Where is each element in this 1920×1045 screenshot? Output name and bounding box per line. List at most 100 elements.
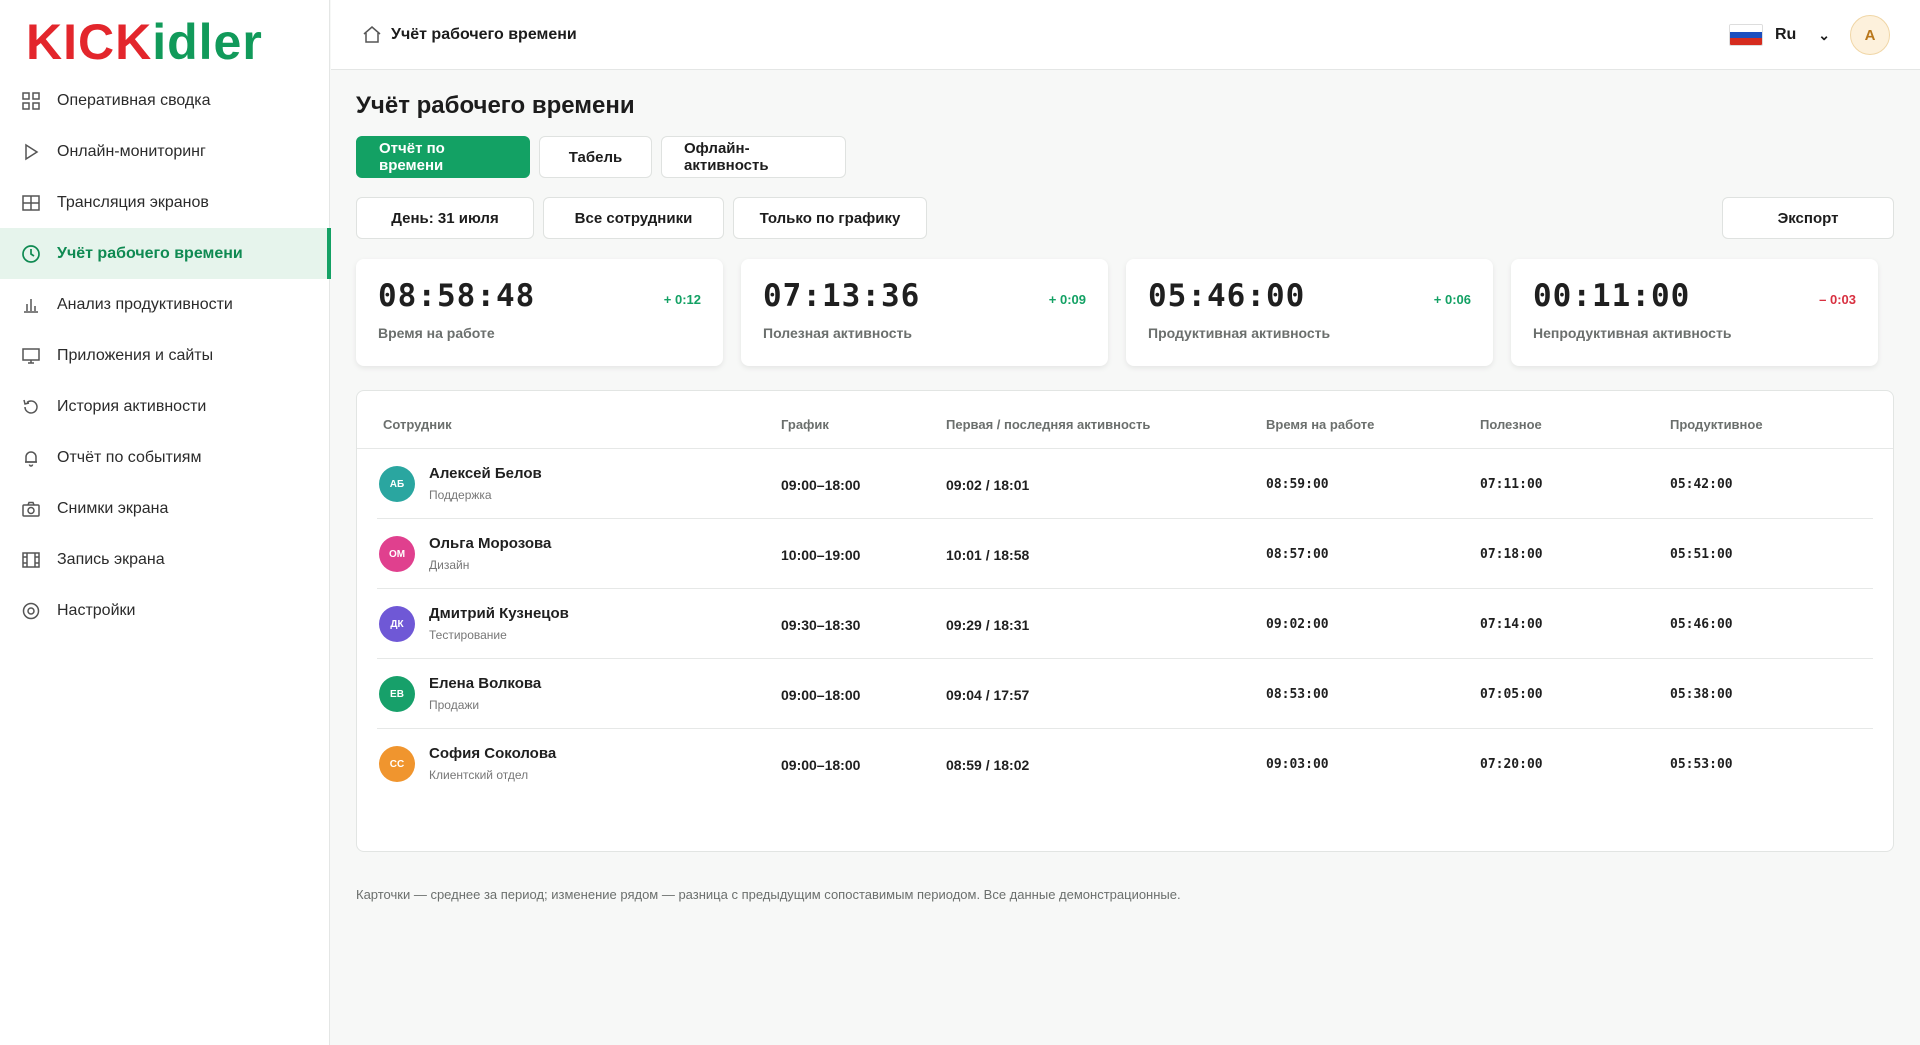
employee-department: Дизайн bbox=[429, 558, 470, 572]
employee-department: Тестирование bbox=[429, 628, 507, 642]
sidebar-item-label: Настройки bbox=[57, 601, 136, 619]
monitor-icon bbox=[20, 345, 42, 367]
report-tabs: Отчёт по времени Табель Офлайн-активност… bbox=[356, 136, 846, 178]
cell-productive: 05:51:00 bbox=[1670, 547, 1733, 562]
cell-schedule: 09:00–18:00 bbox=[781, 477, 861, 493]
cell-useful: 07:14:00 bbox=[1480, 617, 1543, 632]
cell-schedule: 09:00–18:00 bbox=[781, 687, 861, 703]
employee-avatar: ЕВ bbox=[379, 676, 415, 712]
logo-part-2: idler bbox=[152, 14, 263, 70]
sidebar-item-label: История активности bbox=[57, 397, 207, 415]
cell-work-time: 08:57:00 bbox=[1266, 547, 1329, 562]
play-icon bbox=[20, 141, 42, 163]
table-row[interactable]: СС София Соколова Клиентский отдел 09:00… bbox=[377, 729, 1873, 799]
sidebar-item-label: Учёт рабочего времени bbox=[57, 244, 243, 262]
cell-useful: 07:11:00 bbox=[1480, 477, 1543, 492]
language-selector[interactable]: Ru ⌄ bbox=[1728, 24, 1830, 46]
table-row[interactable]: ДК Дмитрий Кузнецов Тестирование 09:30–1… bbox=[377, 589, 1873, 659]
filters-bar: День: 31 июля Все сотрудники Только по г… bbox=[356, 197, 927, 239]
language-label: Ru bbox=[1774, 26, 1797, 43]
sidebar-item-screen-broadcast[interactable]: Трансляция экранов bbox=[0, 177, 330, 228]
summary-cards: 08:58:48 + 0:12 Время на работе 07:13:36… bbox=[356, 259, 1878, 366]
sidebar-item-activity-history[interactable]: История активности bbox=[0, 381, 330, 432]
header-schedule[interactable]: График bbox=[781, 417, 829, 432]
tab-time-report[interactable]: Отчёт по времени bbox=[356, 136, 530, 178]
header-first-last-activity[interactable]: Первая / последняя активность bbox=[946, 417, 1150, 432]
header-employee[interactable]: Сотрудник bbox=[383, 417, 452, 432]
employee-avatar: ДК bbox=[379, 606, 415, 642]
employee-department: Клиентский отдел bbox=[429, 768, 529, 782]
sidebar-item-label: Запись экрана bbox=[57, 550, 165, 568]
tab-timesheet[interactable]: Табель bbox=[539, 136, 652, 178]
table-row[interactable]: АБ Алексей Белов Поддержка 09:00–18:00 0… bbox=[377, 449, 1873, 519]
topbar: Учёт рабочего времени Ru ⌄ A bbox=[331, 0, 1920, 70]
header-work-time[interactable]: Время на работе bbox=[1266, 417, 1374, 432]
cell-work-time: 09:02:00 bbox=[1266, 617, 1329, 632]
cell-productive: 05:46:00 bbox=[1670, 617, 1733, 632]
card-delta: + 0:12 bbox=[663, 292, 701, 307]
bell-icon bbox=[20, 447, 42, 469]
breadcrumb: Учёт рабочего времени bbox=[361, 24, 577, 46]
film-icon bbox=[20, 549, 42, 571]
cell-activity: 09:04 / 17:57 bbox=[946, 687, 1030, 703]
sidebar-item-time-tracking[interactable]: Учёт рабочего времени bbox=[0, 228, 331, 279]
employee-name[interactable]: Ольга Морозова bbox=[429, 535, 551, 552]
card-work-time: 08:58:48 + 0:12 Время на работе bbox=[356, 259, 723, 366]
sidebar-item-settings[interactable]: Настройки bbox=[0, 585, 330, 636]
sidebar-item-apps-sites[interactable]: Приложения и сайты bbox=[0, 330, 330, 381]
cell-activity: 09:29 / 18:31 bbox=[946, 617, 1030, 633]
sidebar-item-label: Онлайн-мониторинг bbox=[57, 142, 206, 160]
schedule-filter-button[interactable]: Только по графику bbox=[733, 197, 927, 239]
employee-name[interactable]: София Соколова bbox=[429, 745, 556, 762]
sidebar-item-events-report[interactable]: Отчёт по событиям bbox=[0, 432, 330, 483]
sidebar-item-online-monitoring[interactable]: Онлайн-мониторинг bbox=[0, 126, 330, 177]
employee-name[interactable]: Алексей Белов bbox=[429, 465, 542, 482]
cell-work-time: 09:03:00 bbox=[1266, 757, 1329, 772]
sidebar-item-productivity[interactable]: Анализ продуктивности bbox=[0, 279, 330, 330]
bar-chart-icon bbox=[20, 294, 42, 316]
header-productive[interactable]: Продуктивное bbox=[1670, 417, 1763, 432]
card-delta: + 0:06 bbox=[1433, 292, 1471, 307]
screens-icon bbox=[20, 192, 42, 214]
sidebar-item-screen-recording[interactable]: Запись экрана bbox=[0, 534, 330, 585]
sidebar-nav: Оперативная сводка Онлайн-мониторинг Тра… bbox=[0, 75, 331, 636]
employee-avatar: ОМ bbox=[379, 536, 415, 572]
employee-name[interactable]: Дмитрий Кузнецов bbox=[429, 605, 569, 622]
tab-offline-activity[interactable]: Офлайн-активность bbox=[661, 136, 846, 178]
sidebar-item-label: Трансляция экранов bbox=[57, 193, 209, 211]
table-row[interactable]: ЕВ Елена Волкова Продажи 09:00–18:00 09:… bbox=[377, 659, 1873, 729]
chevron-down-icon: ⌄ bbox=[1818, 26, 1830, 43]
logo-part-1: KICK bbox=[26, 14, 153, 70]
sidebar-item-label: Анализ продуктивности bbox=[57, 295, 233, 313]
employee-name[interactable]: Елена Волкова bbox=[429, 675, 541, 692]
card-label: Полезная активность bbox=[763, 325, 912, 341]
card-productive-activity: 05:46:00 + 0:06 Продуктивная активность bbox=[1126, 259, 1493, 366]
footnote: Карточки — среднее за период; изменение … bbox=[356, 887, 1181, 902]
sidebar-item-screenshots[interactable]: Снимки экрана bbox=[0, 483, 330, 534]
sidebar-item-dashboard[interactable]: Оперативная сводка bbox=[0, 75, 330, 126]
employee-department: Продажи bbox=[429, 698, 480, 712]
date-filter-button[interactable]: День: 31 июля bbox=[356, 197, 534, 239]
cell-useful: 07:20:00 bbox=[1480, 757, 1543, 772]
cell-productive: 05:53:00 bbox=[1670, 757, 1733, 772]
card-value: 08:58:48 bbox=[378, 278, 536, 314]
cell-activity: 10:01 / 18:58 bbox=[946, 547, 1030, 563]
employees-filter-button[interactable]: Все сотрудники bbox=[543, 197, 724, 239]
card-value: 00:11:00 bbox=[1533, 278, 1691, 314]
user-avatar[interactable]: A bbox=[1850, 15, 1890, 55]
cell-productive: 05:38:00 bbox=[1670, 687, 1733, 702]
home-icon[interactable] bbox=[361, 24, 383, 46]
kickidler-logo[interactable]: KICKidler bbox=[26, 12, 263, 72]
cell-work-time: 08:53:00 bbox=[1266, 687, 1329, 702]
history-icon bbox=[20, 396, 42, 418]
cell-useful: 07:05:00 bbox=[1480, 687, 1543, 702]
table-row[interactable]: ОМ Ольга Морозова Дизайн 10:00–19:00 10:… bbox=[377, 519, 1873, 589]
card-label: Время на работе bbox=[378, 325, 495, 341]
cell-productive: 05:42:00 bbox=[1670, 477, 1733, 492]
employee-department: Поддержка bbox=[429, 488, 492, 502]
export-button[interactable]: Экспорт bbox=[1722, 197, 1894, 239]
card-delta: – 0:03 bbox=[1819, 292, 1856, 307]
cell-work-time: 08:59:00 bbox=[1266, 477, 1329, 492]
header-useful[interactable]: Полезное bbox=[1480, 417, 1542, 432]
clock-icon bbox=[20, 243, 42, 265]
